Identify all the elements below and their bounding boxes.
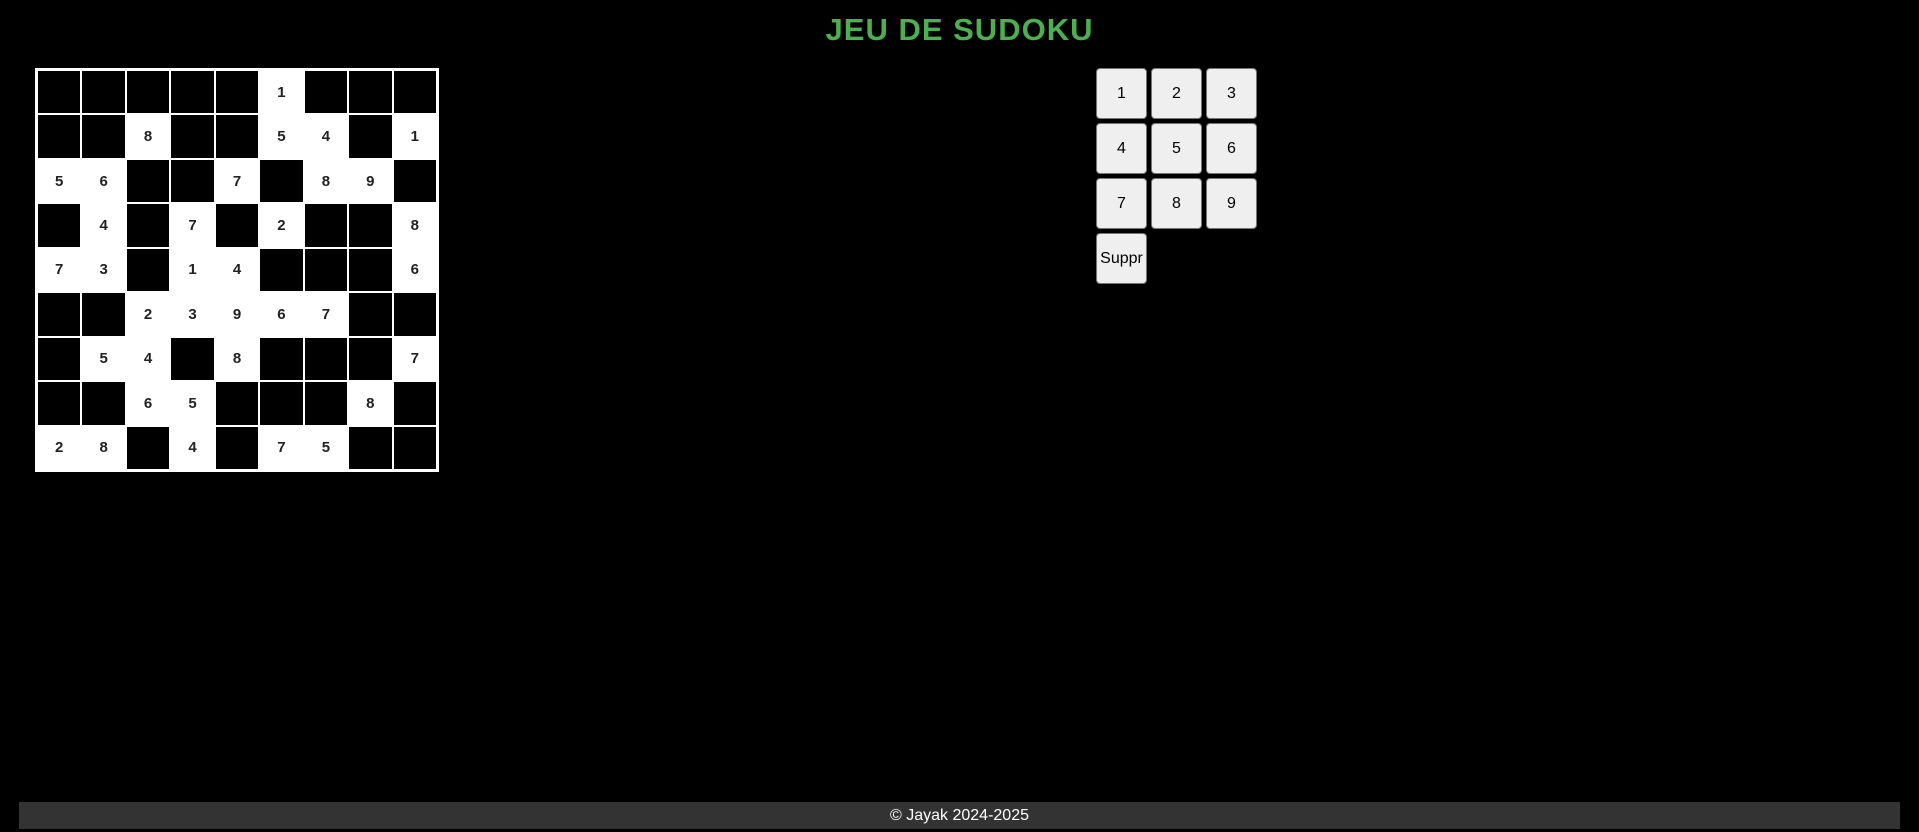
sudoku-cell-r8-c6[interactable] bbox=[259, 381, 304, 426]
sudoku-cell-r4-c2[interactable]: 4 bbox=[81, 203, 126, 248]
sudoku-cell-r2-c4[interactable] bbox=[170, 114, 215, 159]
footer: © Jayak 2024-2025 bbox=[19, 802, 1900, 829]
sudoku-cell-r3-c1[interactable]: 5 bbox=[37, 158, 82, 204]
sudoku-cell-r2-c8[interactable] bbox=[348, 114, 393, 159]
sudoku-cell-r3-c4[interactable] bbox=[170, 158, 215, 204]
sudoku-cell-r4-c4[interactable]: 7 bbox=[170, 203, 215, 248]
sudoku-cell-r7-c3[interactable]: 4 bbox=[125, 336, 171, 382]
sudoku-cell-r5-c1[interactable]: 7 bbox=[37, 247, 82, 293]
sudoku-cell-r8-c3[interactable]: 6 bbox=[125, 381, 171, 426]
sudoku-cell-r4-c3[interactable] bbox=[125, 203, 171, 248]
sudoku-cell-r7-c4[interactable] bbox=[170, 336, 215, 382]
sudoku-cell-r6-c5[interactable]: 9 bbox=[214, 292, 260, 337]
sudoku-cell-r2-c3[interactable]: 8 bbox=[125, 114, 171, 159]
sudoku-cell-r8-c8[interactable]: 8 bbox=[348, 381, 393, 426]
key-2[interactable]: 2 bbox=[1151, 68, 1202, 119]
sudoku-cell-r9-c7[interactable]: 5 bbox=[303, 425, 349, 470]
key-9[interactable]: 9 bbox=[1206, 178, 1257, 229]
sudoku-cell-r7-c6[interactable] bbox=[259, 336, 304, 382]
delete-button[interactable]: Suppr bbox=[1096, 233, 1147, 284]
sudoku-cell-r5-c4[interactable]: 1 bbox=[170, 247, 215, 293]
sudoku-cell-r1-c4[interactable] bbox=[170, 70, 215, 115]
sudoku-cell-r2-c5[interactable] bbox=[214, 114, 260, 159]
sudoku-cell-r3-c2[interactable]: 6 bbox=[81, 158, 126, 204]
sudoku-cell-r9-c1[interactable]: 2 bbox=[37, 425, 82, 470]
number-keypad: 1 2 3 4 5 6 7 8 9 Suppr bbox=[1096, 68, 1257, 284]
sudoku-cell-r2-c7[interactable]: 4 bbox=[303, 114, 349, 159]
sudoku-cell-r4-c7[interactable] bbox=[303, 203, 349, 248]
sudoku-cell-r5-c2[interactable]: 3 bbox=[81, 247, 126, 293]
key-5[interactable]: 5 bbox=[1151, 123, 1202, 174]
key-1[interactable]: 1 bbox=[1096, 68, 1147, 119]
page-title: JEU DE SUDOKU bbox=[825, 12, 1094, 47]
sudoku-cell-r1-c6[interactable]: 1 bbox=[259, 70, 304, 115]
sudoku-cell-r1-c2[interactable] bbox=[81, 70, 126, 115]
sudoku-cell-r2-c6[interactable]: 5 bbox=[259, 114, 304, 159]
sudoku-cell-r8-c1[interactable] bbox=[37, 381, 82, 426]
sudoku-cell-r5-c6[interactable] bbox=[259, 247, 304, 293]
sudoku-cell-r3-c3[interactable] bbox=[125, 158, 171, 204]
key-6[interactable]: 6 bbox=[1206, 123, 1257, 174]
sudoku-board: 185415678947287314623967548765828475 bbox=[35, 68, 439, 472]
sudoku-cell-r1-c1[interactable] bbox=[37, 70, 82, 115]
sudoku-cell-r9-c8[interactable] bbox=[348, 425, 393, 470]
key-7[interactable]: 7 bbox=[1096, 178, 1147, 229]
sudoku-cell-r6-c8[interactable] bbox=[348, 292, 393, 337]
sudoku-cell-r9-c3[interactable] bbox=[125, 425, 171, 470]
sudoku-cell-r4-c8[interactable] bbox=[348, 203, 393, 248]
sudoku-cell-r6-c7[interactable]: 7 bbox=[303, 292, 349, 337]
sudoku-cell-r8-c4[interactable]: 5 bbox=[170, 381, 215, 426]
sudoku-cell-r3-c9[interactable] bbox=[392, 158, 437, 204]
sudoku-cell-r9-c6[interactable]: 7 bbox=[259, 425, 304, 470]
sudoku-cell-r9-c2[interactable]: 8 bbox=[81, 425, 126, 470]
sudoku-cell-r6-c4[interactable]: 3 bbox=[170, 292, 215, 337]
sudoku-cell-r8-c7[interactable] bbox=[303, 381, 349, 426]
sudoku-cell-r6-c9[interactable] bbox=[392, 292, 437, 337]
sudoku-cell-r5-c9[interactable]: 6 bbox=[392, 247, 437, 293]
sudoku-cell-r8-c9[interactable] bbox=[392, 381, 437, 426]
sudoku-cell-r8-c2[interactable] bbox=[81, 381, 126, 426]
sudoku-cell-r6-c6[interactable]: 6 bbox=[259, 292, 304, 337]
sudoku-cell-r5-c7[interactable] bbox=[303, 247, 349, 293]
key-4[interactable]: 4 bbox=[1096, 123, 1147, 174]
sudoku-cell-r5-c5[interactable]: 4 bbox=[214, 247, 260, 293]
sudoku-cell-r6-c1[interactable] bbox=[37, 292, 82, 337]
sudoku-cell-r7-c9[interactable]: 7 bbox=[392, 336, 437, 382]
sudoku-cell-r7-c7[interactable] bbox=[303, 336, 349, 382]
sudoku-cell-r1-c3[interactable] bbox=[125, 70, 171, 115]
sudoku-cell-r7-c2[interactable]: 5 bbox=[81, 336, 126, 382]
sudoku-cell-r9-c9[interactable] bbox=[392, 425, 437, 470]
sudoku-cell-r6-c2[interactable] bbox=[81, 292, 126, 337]
sudoku-cell-r3-c5[interactable]: 7 bbox=[214, 158, 260, 204]
sudoku-cell-r6-c3[interactable]: 2 bbox=[125, 292, 171, 337]
key-8[interactable]: 8 bbox=[1151, 178, 1202, 229]
sudoku-cell-r4-c6[interactable]: 2 bbox=[259, 203, 304, 248]
sudoku-cell-r2-c1[interactable] bbox=[37, 114, 82, 159]
sudoku-cell-r2-c9[interactable]: 1 bbox=[392, 114, 437, 159]
sudoku-cell-r1-c5[interactable] bbox=[214, 70, 260, 115]
sudoku-cell-r8-c5[interactable] bbox=[214, 381, 260, 426]
sudoku-cell-r4-c5[interactable] bbox=[214, 203, 260, 248]
sudoku-cell-r1-c7[interactable] bbox=[303, 70, 349, 115]
sudoku-cell-r5-c8[interactable] bbox=[348, 247, 393, 293]
sudoku-cell-r4-c1[interactable] bbox=[37, 203, 82, 248]
copyright-text: © Jayak 2024-2025 bbox=[890, 806, 1029, 824]
sudoku-cell-r3-c7[interactable]: 8 bbox=[303, 158, 349, 204]
sudoku-cell-r5-c3[interactable] bbox=[125, 247, 171, 293]
sudoku-cell-r7-c1[interactable] bbox=[37, 336, 82, 382]
sudoku-cell-r1-c8[interactable] bbox=[348, 70, 393, 115]
sudoku-cell-r3-c8[interactable]: 9 bbox=[348, 158, 393, 204]
sudoku-cell-r2-c2[interactable] bbox=[81, 114, 126, 159]
key-3[interactable]: 3 bbox=[1206, 68, 1257, 119]
sudoku-cell-r7-c8[interactable] bbox=[348, 336, 393, 382]
sudoku-cell-r3-c6[interactable] bbox=[259, 158, 304, 204]
sudoku-cell-r9-c4[interactable]: 4 bbox=[170, 425, 215, 470]
sudoku-cell-r4-c9[interactable]: 8 bbox=[392, 203, 437, 248]
sudoku-cell-r7-c5[interactable]: 8 bbox=[214, 336, 260, 382]
sudoku-cell-r1-c9[interactable] bbox=[392, 70, 437, 115]
sudoku-cell-r9-c5[interactable] bbox=[214, 425, 260, 470]
